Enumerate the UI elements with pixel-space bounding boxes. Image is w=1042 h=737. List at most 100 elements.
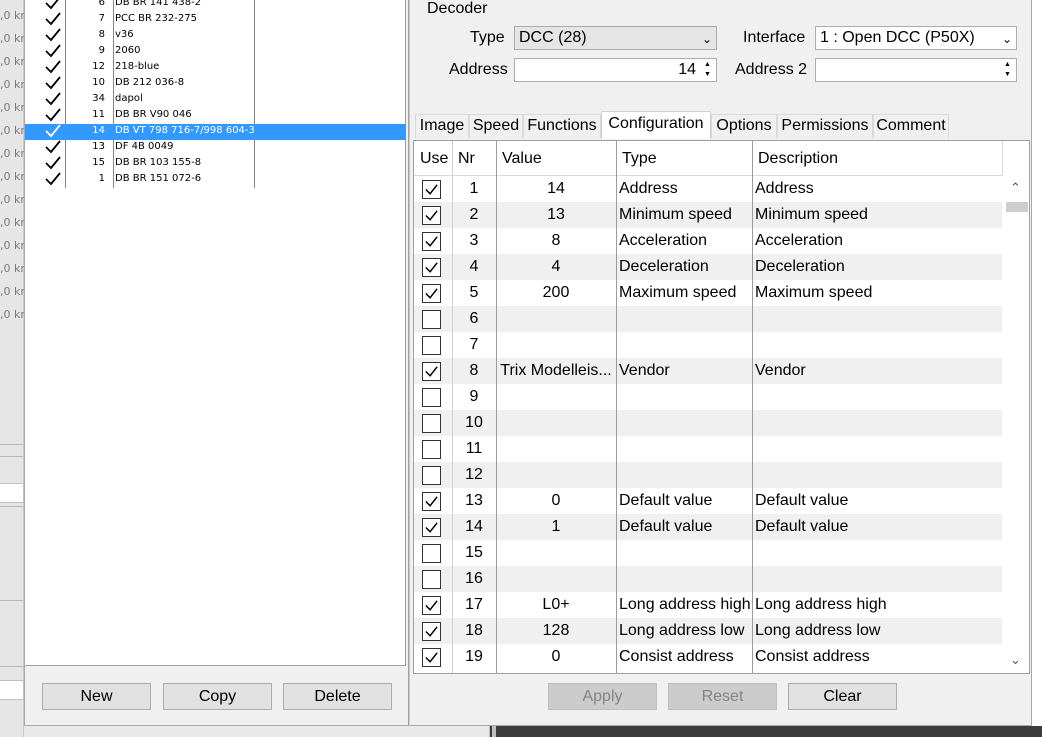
table-row[interactable]: 17 L0+ Long address high Long address high: [414, 592, 1002, 618]
panel-splitter[interactable]: [408, 0, 410, 726]
checkmark-icon[interactable]: [45, 108, 63, 124]
apply-button[interactable]: Apply: [548, 683, 657, 710]
clear-button[interactable]: Clear: [788, 683, 897, 710]
table-row[interactable]: 18 128 Long address low Long address low: [414, 618, 1002, 644]
table-row[interactable]: 12: [414, 462, 1002, 488]
locomotive-row[interactable]: 9 2060: [25, 44, 406, 60]
checkmark-icon[interactable]: [45, 172, 63, 188]
checkmark-icon[interactable]: [45, 76, 63, 92]
table-row[interactable]: 9: [414, 384, 1002, 410]
tab-options[interactable]: Options: [711, 114, 777, 138]
column-header-nr[interactable]: Nr: [452, 141, 496, 176]
checkmark-icon[interactable]: [45, 140, 63, 156]
use-checkbox-checked[interactable]: [422, 258, 441, 277]
spinner-arrows[interactable]: ▲ ▼: [1000, 60, 1015, 80]
use-checkbox[interactable]: [422, 544, 441, 563]
locomotive-row[interactable]: 7 PCC BR 232-275: [25, 12, 406, 28]
checkmark-icon[interactable]: [45, 12, 63, 28]
locomotive-number: 15: [92, 157, 105, 168]
table-row[interactable]: 13 0 Default value Default value: [414, 488, 1002, 514]
checkmark-icon[interactable]: [45, 28, 63, 44]
table-row[interactable]: 1 14 Address Address: [414, 176, 1002, 202]
address2-spinner[interactable]: ▲ ▼: [815, 58, 1017, 82]
table-row[interactable]: 8 Trix Modelleis... Vendor Vendor: [414, 358, 1002, 384]
use-checkbox[interactable]: [422, 310, 441, 329]
use-checkbox-checked[interactable]: [422, 622, 441, 641]
tab-configuration[interactable]: Configuration: [601, 111, 711, 139]
tab-image[interactable]: Image: [415, 114, 469, 138]
tab-permissions[interactable]: Permissions: [777, 114, 873, 138]
table-row[interactable]: 6: [414, 306, 1002, 332]
locomotive-row[interactable]: 10 DB 212 036-8: [25, 76, 406, 92]
use-checkbox-checked[interactable]: [422, 518, 441, 537]
column-header-value[interactable]: Value: [496, 141, 616, 176]
checkmark-icon[interactable]: [45, 60, 63, 76]
checkmark-icon[interactable]: [45, 124, 63, 140]
locomotive-row[interactable]: 8 v36: [25, 28, 406, 44]
column-header-type[interactable]: Type: [616, 141, 752, 176]
use-checkbox-checked[interactable]: [422, 648, 441, 667]
spinner-down-icon[interactable]: ▼: [700, 70, 715, 80]
scroll-down-icon[interactable]: ⌄: [1002, 652, 1029, 672]
scrollbar-thumb[interactable]: [1006, 202, 1028, 212]
use-checkbox[interactable]: [422, 336, 441, 355]
table-row[interactable]: 7: [414, 332, 1002, 358]
locomotive-row[interactable]: 6 DB BR 141 438-2: [25, 0, 406, 12]
use-checkbox-checked[interactable]: [422, 492, 441, 511]
locomotive-row[interactable]: 14 DB VT 798 716-7/998 604-3: [25, 124, 406, 140]
locomotive-list[interactable]: 6 DB BR 141 438-2 7 PCC BR 232-275 8 v36 9 2060…: [25, 0, 406, 666]
checkmark-icon[interactable]: [45, 44, 63, 60]
use-checkbox[interactable]: [422, 570, 441, 589]
table-row[interactable]: 19 0 Consist address Consist address: [414, 644, 1002, 670]
spinner-up-icon[interactable]: ▲: [1000, 60, 1015, 70]
use-checkbox[interactable]: [422, 466, 441, 485]
locomotive-row[interactable]: 11 DB BR V90 046: [25, 108, 406, 124]
use-checkbox-checked[interactable]: [422, 180, 441, 199]
new-button[interactable]: New: [42, 683, 151, 710]
table-row[interactable]: 4 4 Deceleration Deceleration: [414, 254, 1002, 280]
table-row[interactable]: 15: [414, 540, 1002, 566]
table-row[interactable]: 3 8 Acceleration Acceleration: [414, 228, 1002, 254]
type-select[interactable]: DCC (28) ⌄: [514, 26, 717, 50]
spinner-up-icon[interactable]: ▲: [700, 60, 715, 70]
column-header-description[interactable]: Description: [752, 141, 1002, 176]
locomotive-row[interactable]: 15 DB BR 103 155-8: [25, 156, 406, 172]
tab-comment[interactable]: Comment: [873, 114, 949, 138]
locomotive-row[interactable]: 12 218-blue: [25, 60, 406, 76]
tab-speed[interactable]: Speed: [469, 114, 523, 138]
use-checkbox-checked[interactable]: [422, 206, 441, 225]
configuration-table[interactable]: Use Nr Value Type Description 1 14 Address…: [413, 140, 1030, 674]
spinner-down-icon[interactable]: ▼: [1000, 70, 1015, 80]
locomotive-name: dapol: [115, 93, 143, 104]
use-checkbox[interactable]: [422, 388, 441, 407]
table-row[interactable]: 14 1 Default value Default value: [414, 514, 1002, 540]
scroll-up-icon[interactable]: ⌃: [1002, 180, 1029, 200]
locomotive-row[interactable]: 1 DB BR 151 072-6: [25, 172, 406, 188]
reset-button[interactable]: Reset: [668, 683, 777, 710]
locomotive-row[interactable]: 13 DF 4B 0049: [25, 140, 406, 156]
vertical-scrollbar[interactable]: ⌃ ⌄: [1002, 176, 1029, 673]
table-row[interactable]: 10: [414, 410, 1002, 436]
locomotive-row[interactable]: 34 dapol: [25, 92, 406, 108]
use-checkbox-checked[interactable]: [422, 362, 441, 381]
table-row[interactable]: 5 200 Maximum speed Maximum speed: [414, 280, 1002, 306]
delete-button[interactable]: Delete: [283, 683, 392, 710]
description-cell: Long address low: [755, 622, 881, 639]
use-checkbox-checked[interactable]: [422, 232, 441, 251]
checkmark-icon[interactable]: [45, 92, 63, 108]
interface-select[interactable]: 1 : Open DCC (P50X) ⌄: [815, 26, 1017, 50]
checkmark-icon[interactable]: [45, 0, 63, 12]
address-spinner[interactable]: 14 ▲ ▼: [514, 58, 717, 82]
column-header-use[interactable]: Use: [414, 141, 452, 176]
checkmark-icon[interactable]: [45, 156, 63, 172]
use-checkbox[interactable]: [422, 414, 441, 433]
use-checkbox-checked[interactable]: [422, 596, 441, 615]
spinner-arrows[interactable]: ▲ ▼: [700, 60, 715, 80]
use-checkbox[interactable]: [422, 440, 441, 459]
copy-button[interactable]: Copy: [163, 683, 272, 710]
table-row[interactable]: 16: [414, 566, 1002, 592]
tab-functions[interactable]: Functions: [523, 114, 601, 138]
table-row[interactable]: 2 13 Minimum speed Minimum speed: [414, 202, 1002, 228]
use-checkbox-checked[interactable]: [422, 284, 441, 303]
table-row[interactable]: 11: [414, 436, 1002, 462]
